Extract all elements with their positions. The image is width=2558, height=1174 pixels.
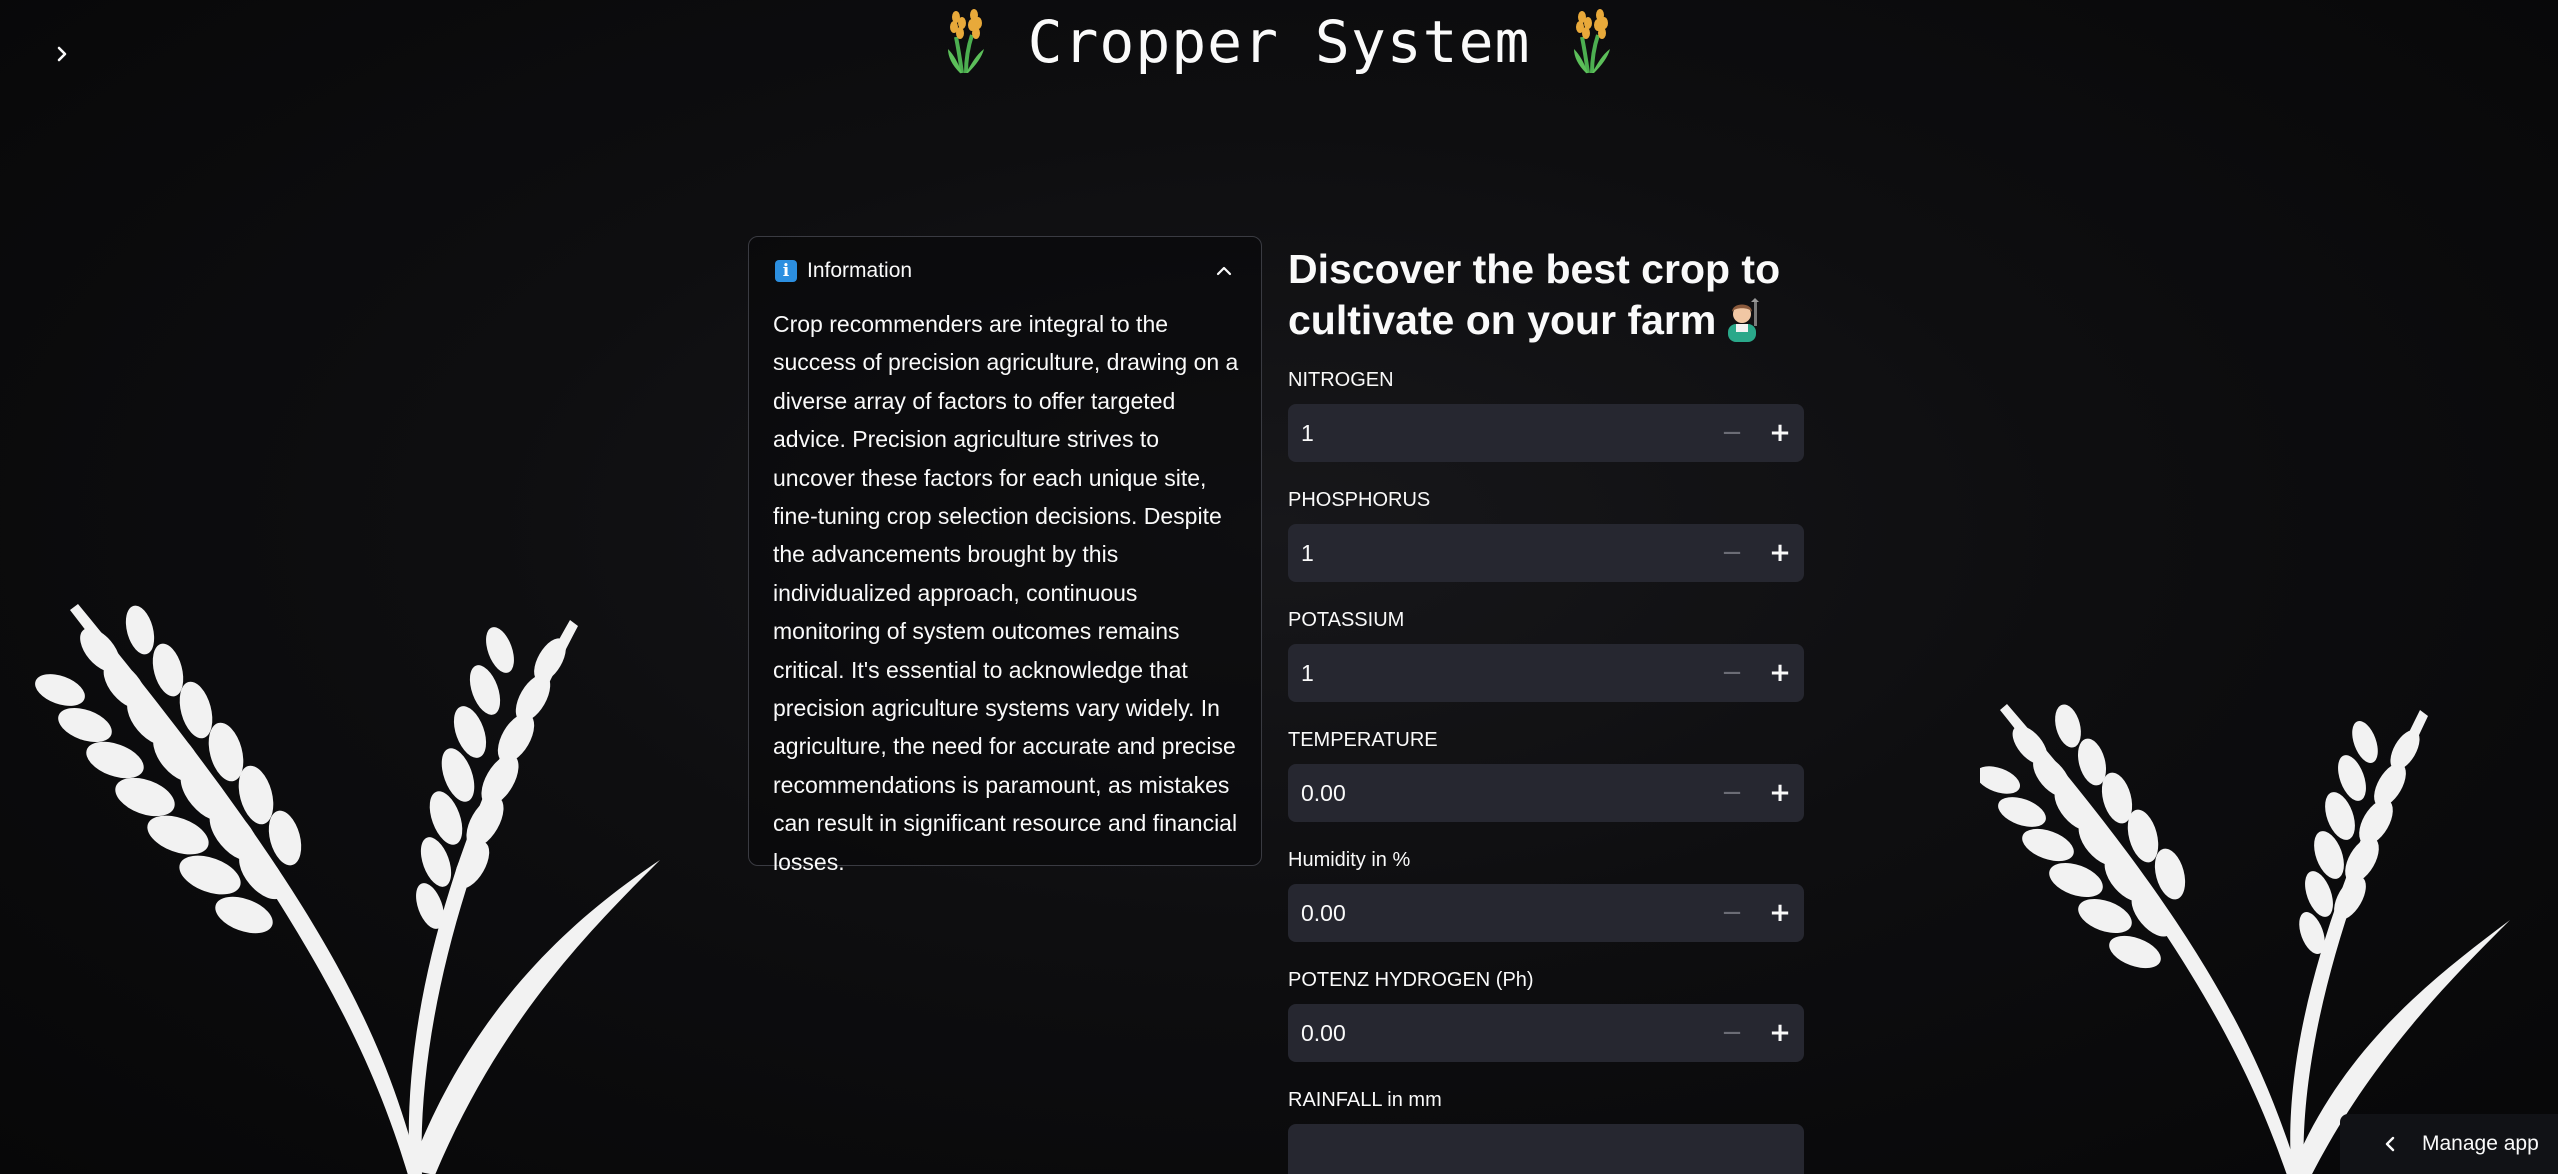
field-label: RAINFALL in mm — [1288, 1089, 1442, 1111]
nitrogen-input[interactable]: 1 − + — [1288, 404, 1804, 462]
field-label: POTENZ HYDROGEN (Ph) — [1288, 969, 1534, 991]
form-heading: Discover the best crop to cultivate on y… — [1288, 244, 1804, 346]
wheat-decoration-right-icon — [1980, 704, 2510, 1174]
field-phosphorus: PHOSPHORUS 1 − + — [1288, 488, 1804, 582]
decrement-button[interactable]: − — [1708, 404, 1756, 462]
decrement-button[interactable]: − — [1708, 764, 1756, 822]
field-label: TEMPERATURE — [1288, 729, 1438, 751]
field-temperature: TEMPERATURE 0.00 − + — [1288, 728, 1804, 822]
field-potassium: POTASSIUM 1 − + — [1288, 608, 1804, 702]
form-heading-text: Discover the best crop to cultivate on y… — [1288, 246, 1781, 343]
temperature-value[interactable]: 0.00 — [1288, 780, 1708, 807]
sheaf-of-rice-right-icon — [1574, 9, 1611, 74]
app-title: Cropper System — [1027, 8, 1531, 76]
field-label: POTASSIUM — [1288, 609, 1405, 631]
decrement-button[interactable]: − — [1708, 1004, 1756, 1062]
phosphorus-value[interactable]: 1 — [1288, 540, 1708, 567]
ph-value[interactable]: 0.00 — [1288, 1020, 1708, 1047]
humidity-input[interactable]: 0.00 − + — [1288, 884, 1804, 942]
temperature-input[interactable]: 0.00 − + — [1288, 764, 1804, 822]
increment-button[interactable]: + — [1756, 524, 1804, 582]
information-icon: i — [775, 260, 797, 282]
information-expander: i Information Crop recommenders are inte… — [748, 236, 1262, 875]
information-expander-header[interactable]: i Information — [749, 237, 1261, 305]
field-humidity: Humidity in % 0.00 − + — [1288, 848, 1804, 942]
chevron-up-icon[interactable] — [1213, 260, 1235, 282]
farmer-icon — [1728, 298, 1760, 342]
field-rainfall: RAINFALL in mm — [1288, 1088, 1804, 1174]
field-ph: POTENZ HYDROGEN (Ph) 0.00 − + — [1288, 968, 1804, 1062]
potassium-value[interactable]: 1 — [1288, 660, 1708, 687]
increment-button[interactable]: + — [1756, 884, 1804, 942]
nitrogen-value[interactable]: 1 — [1288, 420, 1708, 447]
field-label: Humidity in % — [1288, 849, 1411, 871]
information-body: Crop recommenders are integral to the su… — [773, 311, 1239, 875]
increment-button[interactable]: + — [1756, 764, 1804, 822]
crop-form: Discover the best crop to cultivate on y… — [1288, 244, 1804, 1174]
field-nitrogen: NITROGEN 1 − + — [1288, 368, 1804, 462]
page-title-bar: Cropper System — [0, 8, 2558, 89]
wheat-decoration-left-icon — [35, 604, 660, 1174]
phosphorus-input[interactable]: 1 − + — [1288, 524, 1804, 582]
increment-button[interactable]: + — [1756, 404, 1804, 462]
decrement-button[interactable]: − — [1708, 644, 1756, 702]
information-title: Information — [807, 259, 913, 282]
decrement-button[interactable]: − — [1708, 524, 1756, 582]
ph-input[interactable]: 0.00 − + — [1288, 1004, 1804, 1062]
field-label: NITROGEN — [1288, 369, 1394, 391]
field-label: PHOSPHORUS — [1288, 489, 1431, 511]
increment-button[interactable]: + — [1756, 644, 1804, 702]
increment-button[interactable]: + — [1756, 1004, 1804, 1062]
decrement-button[interactable]: − — [1708, 884, 1756, 942]
app-page: Cropper System i Information Crop recomm… — [0, 0, 2558, 1174]
sheaf-of-rice-left-icon — [947, 9, 984, 74]
manage-app-button[interactable]: Manage app — [2340, 1114, 2558, 1174]
manage-app-label: Manage app — [2422, 1132, 2539, 1155]
rainfall-input[interactable] — [1288, 1124, 1804, 1174]
potassium-input[interactable]: 1 − + — [1288, 644, 1804, 702]
chevron-left-icon — [2385, 1136, 2395, 1152]
humidity-value[interactable]: 0.00 — [1288, 900, 1708, 927]
